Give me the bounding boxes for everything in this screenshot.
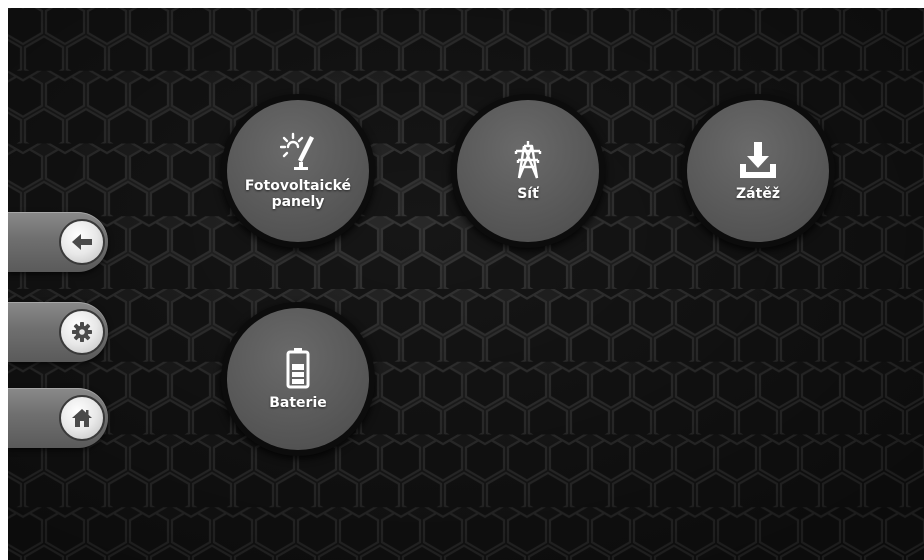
home-icon <box>72 409 92 427</box>
settings-button[interactable] <box>8 302 108 362</box>
pv-label-line2: panely <box>271 194 325 210</box>
grid-label: Síť <box>517 186 539 202</box>
battery-icon <box>286 348 310 389</box>
pv-panels-button[interactable]: Fotovoltaické panely <box>221 94 375 248</box>
hexagon-background <box>8 8 924 560</box>
arrow-left-icon <box>72 234 92 250</box>
battery-button[interactable]: Baterie <box>221 302 375 456</box>
back-button[interactable] <box>8 212 108 272</box>
grid-button[interactable]: Síť <box>451 94 605 248</box>
home-knob[interactable] <box>59 395 105 441</box>
battery-label: Baterie <box>269 395 327 411</box>
download-icon <box>740 142 776 178</box>
load-label: Zátěž <box>736 186 780 202</box>
grid-face[interactable]: Síť <box>457 100 599 242</box>
load-button[interactable]: Zátěž <box>681 94 835 248</box>
home-button[interactable] <box>8 388 108 448</box>
battery-face[interactable]: Baterie <box>227 308 369 450</box>
back-knob[interactable] <box>59 219 105 265</box>
pv-panels-label: Fotovoltaické panely <box>245 178 351 210</box>
solar-panel-icon <box>280 132 314 170</box>
settings-knob[interactable] <box>59 309 105 355</box>
pv-label-line1: Fotovoltaické <box>244 178 352 194</box>
gear-icon <box>72 322 92 342</box>
power-pylon-icon <box>514 141 542 179</box>
load-face[interactable]: Zátěž <box>687 100 829 242</box>
pv-panels-face[interactable]: Fotovoltaické panely <box>227 100 369 242</box>
app-screen: Fotovoltaické panely Síť Zátěž Baterie <box>8 8 924 560</box>
